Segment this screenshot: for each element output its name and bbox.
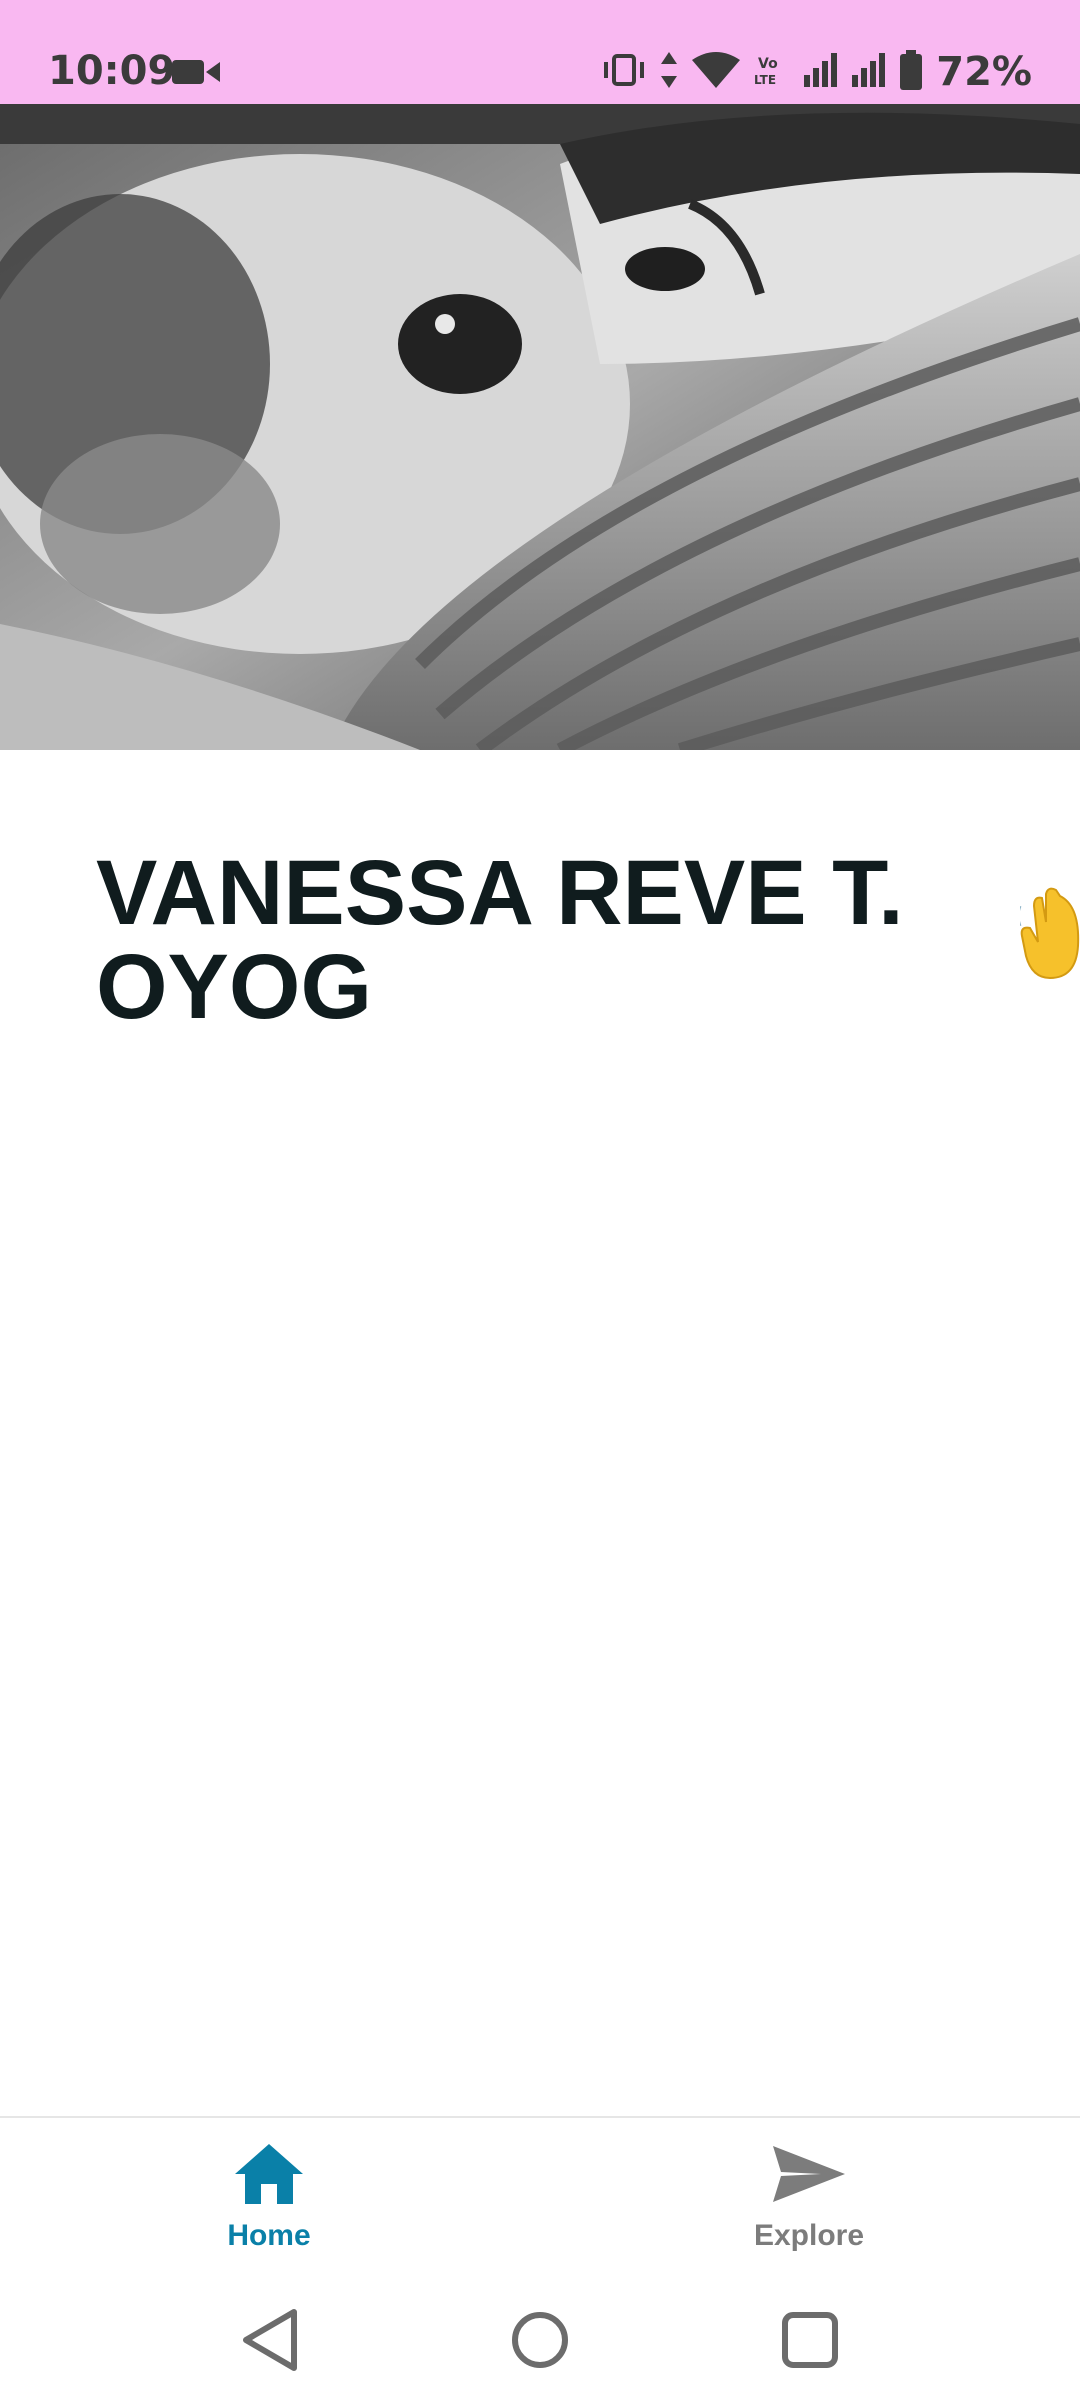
video-camera-icon bbox=[172, 58, 220, 91]
bottom-navigation: Home Explore bbox=[0, 2116, 1080, 2272]
send-icon bbox=[771, 2142, 847, 2211]
volte-icon: Vo LTE bbox=[754, 52, 790, 93]
data-arrows-icon bbox=[660, 51, 678, 93]
profile-name: VANESSA REVE T. OYOG bbox=[96, 846, 916, 1034]
profile-photo bbox=[0, 104, 1080, 750]
profile-photo-illustration bbox=[0, 104, 1080, 750]
nav-explore-label: Explore bbox=[753, 2219, 865, 2252]
svg-text:LTE: LTE bbox=[754, 73, 776, 87]
nav-explore-tab[interactable]: Explore bbox=[699, 2142, 919, 2253]
status-time: 10:09 bbox=[48, 48, 176, 94]
wifi-icon bbox=[692, 51, 741, 93]
home-button[interactable] bbox=[502, 2304, 578, 2380]
status-bar: 10:09 Vo LTE 72% bbox=[0, 0, 1080, 104]
nav-home-label: Home bbox=[227, 2219, 311, 2252]
back-icon bbox=[240, 2308, 300, 2377]
battery-percent: 72% bbox=[936, 49, 1032, 95]
recents-button[interactable] bbox=[772, 2304, 848, 2380]
battery-icon bbox=[900, 49, 923, 95]
recents-icon bbox=[780, 2310, 840, 2375]
nav-home-tab[interactable]: Home bbox=[159, 2142, 379, 2253]
signal-icon bbox=[804, 52, 838, 92]
profile-name-line2: OYOG bbox=[96, 936, 373, 1038]
home-icon bbox=[233, 2142, 305, 2211]
profile-name-line1: VANESSA REVE T. bbox=[96, 842, 904, 944]
vibrate-icon bbox=[602, 53, 646, 91]
signal-icon bbox=[852, 52, 886, 92]
status-icons: Vo LTE 72% bbox=[602, 48, 1032, 96]
home-circle-icon bbox=[510, 2310, 570, 2375]
back-button[interactable] bbox=[232, 2304, 308, 2380]
waving-hand-icon bbox=[1016, 886, 1080, 987]
system-navigation-bar bbox=[0, 2272, 1080, 2408]
svg-text:Vo: Vo bbox=[758, 56, 778, 72]
